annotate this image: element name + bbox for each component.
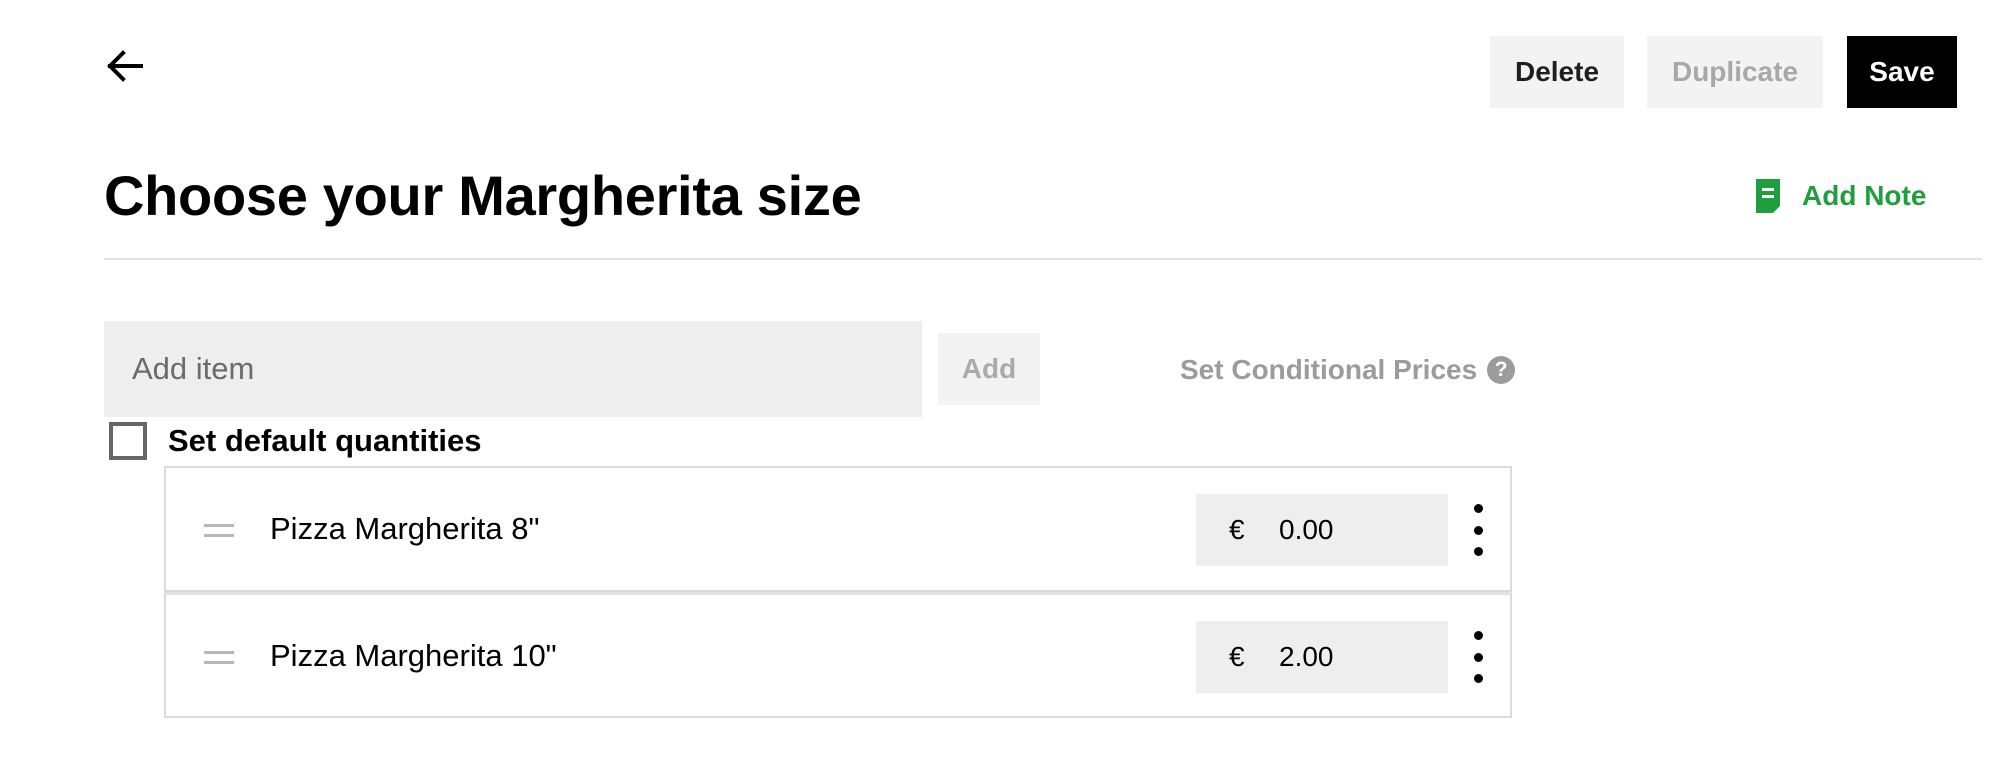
add-item-input[interactable] <box>104 321 922 417</box>
conditional-prices-label: Set Conditional Prices <box>1180 354 1478 385</box>
divider <box>104 258 1982 260</box>
more-options-icon[interactable] <box>1466 504 1490 556</box>
drag-handle-icon[interactable] <box>204 524 234 538</box>
default-quantities-label: Set default quantities <box>168 423 482 458</box>
list-item: Pizza Margherita 8" € <box>164 466 1512 592</box>
page-title: Choose your Margherita size <box>104 164 862 227</box>
price-input[interactable] <box>1279 514 1429 546</box>
currency-symbol: € <box>1229 641 1245 672</box>
default-quantities-checkbox[interactable] <box>109 422 147 460</box>
add-button[interactable]: Add <box>938 333 1040 405</box>
list-item: Pizza Margherita 10" € <box>164 592 1512 718</box>
set-conditional-prices-link[interactable]: Set Conditional Prices ? <box>1180 352 1516 388</box>
save-button[interactable]: Save <box>1847 36 1957 108</box>
price-input[interactable] <box>1279 641 1429 673</box>
add-note-button[interactable]: Add Note <box>1756 174 1926 218</box>
add-note-label: Add Note <box>1802 180 1927 211</box>
currency-symbol: € <box>1229 514 1245 545</box>
item-name: Pizza Margherita 8" <box>270 511 540 546</box>
item-name: Pizza Margherita 10" <box>270 637 557 673</box>
price-field[interactable]: € <box>1196 494 1448 566</box>
more-options-icon[interactable] <box>1466 631 1490 683</box>
delete-button[interactable]: Delete <box>1490 36 1624 108</box>
duplicate-button[interactable]: Duplicate <box>1647 36 1823 108</box>
items-list: Pizza Margherita 8" € Pizza Margherita 1… <box>164 466 1512 718</box>
back-button[interactable] <box>103 44 147 88</box>
drag-handle-icon[interactable] <box>204 651 234 665</box>
help-icon[interactable]: ? <box>1487 356 1516 384</box>
note-icon <box>1756 179 1780 213</box>
arrow-left-icon <box>107 50 143 82</box>
price-field[interactable]: € <box>1196 621 1448 693</box>
